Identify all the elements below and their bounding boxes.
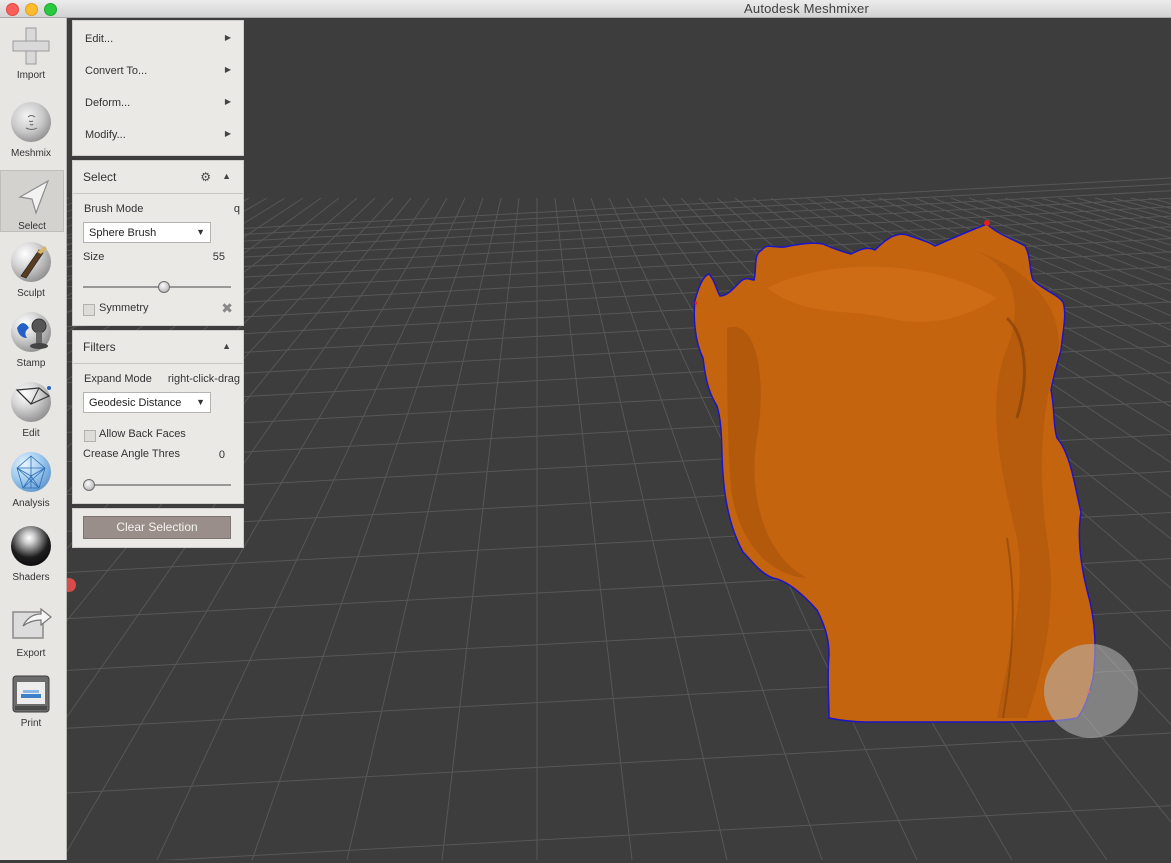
select-tool[interactable]: Select [0, 170, 64, 232]
symmetry-checkbox[interactable] [83, 304, 95, 316]
menu-edit[interactable]: Edit... ▶ [85, 33, 231, 49]
menu-deform[interactable]: Deform... ▶ [85, 97, 231, 113]
actions-menu-panel: Edit... ▶ Convert To... ▶ Deform... ▶ Mo… [72, 20, 244, 156]
filters-panel-title: Filters [83, 340, 116, 354]
crease-angle-slider[interactable] [83, 479, 231, 491]
window-title: Autodesk Meshmixer [744, 1, 869, 16]
select-label: Select [18, 221, 46, 232]
printer-icon [9, 672, 53, 716]
brush-mode-dropdown[interactable]: Sphere Brush ▼ [83, 222, 211, 243]
menu-edit-label: Edit... [85, 33, 114, 45]
import-label: Import [16, 70, 46, 81]
gear-icon[interactable]: ⚙ [200, 170, 211, 184]
size-slider-knob[interactable] [157, 281, 170, 293]
allow-back-faces-label: Allow Back Faces [99, 428, 186, 440]
crease-slider-knob[interactable] [83, 479, 95, 491]
menu-deform-label: Deform... [85, 97, 131, 109]
submenu-arrow-icon: ▶ [224, 129, 231, 138]
brush-mode-value: Sphere Brush [89, 227, 157, 239]
expand-mode-label: Expand Mode [84, 373, 152, 385]
menu-modify[interactable]: Modify... ▶ [85, 129, 231, 145]
symmetry-label: Symmetry [99, 302, 149, 314]
allow-back-faces-checkbox[interactable] [84, 430, 96, 442]
filters-panel-header[interactable]: Filters ▲ [73, 331, 243, 364]
crease-angle-value: 0 [218, 449, 225, 461]
left-toolbar: Import Meshmix Select Sculpt Stamp Edit … [0, 18, 67, 860]
export-icon [9, 602, 53, 646]
analysis-tool[interactable]: Analysis [0, 452, 62, 509]
expand-mode-hint: right-click-drag [167, 373, 240, 385]
plus-icon [9, 24, 53, 68]
collapse-icon[interactable]: ▲ [222, 171, 231, 181]
edit-sphere-icon [9, 382, 53, 426]
expand-mode-dropdown[interactable]: Geodesic Distance ▼ [83, 392, 211, 413]
print-tool[interactable]: Print [0, 672, 62, 729]
size-slider[interactable] [83, 281, 231, 293]
print-label: Print [20, 718, 42, 729]
submenu-arrow-icon: ▶ [224, 97, 231, 106]
select-panel-header[interactable]: Select ⚙ ▲ [73, 161, 243, 194]
sculpt-brush-icon [9, 242, 53, 286]
meshmix-label: Meshmix [10, 148, 51, 159]
edit-tool[interactable]: Edit [0, 382, 62, 439]
size-label: Size [83, 251, 105, 263]
import-tool[interactable]: Import [0, 24, 62, 81]
menu-modify-label: Modify... [85, 129, 126, 141]
menu-convert-label: Convert To... [85, 65, 148, 77]
submenu-arrow-icon: ▶ [224, 65, 231, 74]
menu-convert-to[interactable]: Convert To... ▶ [85, 65, 231, 81]
sculpt-tool[interactable]: Sculpt [0, 242, 62, 299]
stamp-tool[interactable]: Stamp [0, 312, 62, 369]
collapse-icon[interactable]: ▲ [222, 341, 231, 351]
brush-mode-hotkey: q [233, 203, 240, 215]
stamp-icon [9, 312, 53, 356]
meshmix-head-icon [9, 102, 53, 146]
shaders-tool[interactable]: Shaders [0, 526, 62, 583]
select-arrow-icon [10, 175, 54, 219]
meshmix-tool[interactable]: Meshmix [0, 102, 62, 159]
sculpt-label: Sculpt [17, 288, 45, 299]
export-tool[interactable]: Export [0, 602, 62, 659]
submenu-arrow-icon: ▶ [224, 33, 231, 42]
shader-sphere-icon [9, 526, 53, 570]
select-panel: Select ⚙ ▲ Brush Mode q Sphere Brush ▼ S… [72, 160, 244, 326]
brush-cursor [1044, 644, 1138, 738]
crease-angle-label: Crease Angle Thres [83, 448, 181, 460]
analysis-label: Analysis [12, 498, 50, 509]
shaders-label: Shaders [12, 572, 50, 583]
export-label: Export [16, 648, 46, 659]
size-value: 55 [212, 251, 225, 263]
title-bar: Autodesk Meshmixer [0, 0, 1171, 18]
filters-panel: Filters ▲ Expand Mode right-click-drag G… [72, 330, 244, 504]
select-panel-title: Select [83, 170, 117, 184]
brush-mode-label: Brush Mode [84, 203, 144, 215]
expand-mode-value: Geodesic Distance [89, 397, 182, 409]
analysis-mesh-icon [9, 452, 53, 496]
chevron-down-icon: ▼ [196, 397, 205, 407]
clear-selection-button[interactable]: Clear Selection [83, 516, 231, 539]
clear-selection-panel: Clear Selection [72, 508, 244, 548]
symmetry-tool-icon[interactable]: ✖ [221, 300, 233, 317]
stamp-label: Stamp [16, 358, 46, 369]
edit-label: Edit [22, 428, 40, 439]
chevron-down-icon: ▼ [196, 227, 205, 237]
